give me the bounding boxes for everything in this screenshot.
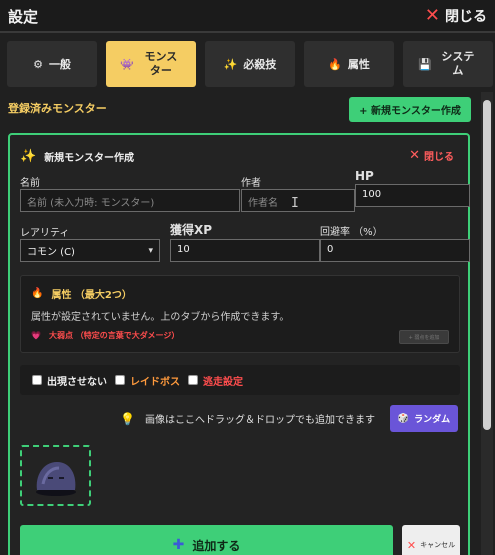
drop-hint-text: 画像はここへドラッグ＆ドロップでも追加できます — [144, 415, 375, 426]
add-button[interactable]: ✚ 追加する — [20, 525, 393, 555]
dice-icon: 🎲 — [397, 413, 410, 424]
tab-label: 一般 — [48, 58, 71, 71]
tab-attribute[interactable]: 🔥 属性 — [304, 41, 394, 87]
checkbox-box[interactable] — [188, 375, 198, 385]
tab-label: 属性 — [347, 58, 370, 71]
hp-input[interactable]: 100 — [355, 184, 470, 207]
checkbox-label: レイドボス — [130, 376, 180, 388]
gear-icon: ⚙ — [33, 57, 43, 71]
sparkle-icon: ✨ — [20, 149, 37, 164]
hidden-checkbox[interactable]: 出現させない — [32, 373, 107, 388]
raid-boss-checkbox[interactable]: レイドボス — [115, 373, 180, 388]
sparkle-icon: ✨ — [223, 57, 238, 71]
tab-general[interactable]: ⚙ 一般 — [7, 41, 97, 87]
panel-header: ✨ 新規モンスター作成 — [20, 149, 134, 164]
add-weakness-button[interactable]: + 弱点を追加 — [399, 330, 449, 344]
name-label: 名前 — [20, 178, 40, 189]
text-cursor: I — [291, 196, 299, 211]
panel-close-label: 閉じる — [424, 152, 454, 163]
checkbox-label: 出現させない — [47, 376, 107, 388]
add-button-label: 追加する — [192, 538, 241, 553]
close-icon: ✕ — [409, 148, 420, 163]
rarity-label: レアリティ — [20, 228, 70, 239]
monster-image-slot[interactable] — [20, 445, 91, 506]
weakness-label: 大弱点 （特定の言葉で大ダメージ） — [48, 331, 180, 340]
close-label: 閉じる — [445, 9, 487, 25]
monster-icon: 👾 — [120, 57, 134, 71]
attribute-title: 🔥 属性 （最大2つ） — [31, 286, 132, 301]
attribute-title-text: 属性 （最大2つ） — [51, 290, 132, 301]
slime-image — [35, 461, 76, 496]
xp-label: 獲得XP — [170, 223, 213, 237]
tab-system[interactable]: 💾 システム — [403, 41, 493, 87]
random-label: ランダム — [414, 415, 451, 425]
evasion-label: 回避率 （%） — [320, 227, 383, 238]
scrollbar[interactable] — [481, 92, 493, 555]
weakness-row: 💗 大弱点 （特定の言葉で大ダメージ） — [31, 330, 179, 341]
attribute-box: 🔥 属性 （最大2つ） 属性が設定されていません。上のタブから作成できます。 💗… — [20, 275, 460, 353]
heart-icon: 💗 — [31, 331, 41, 340]
fire-icon: 🔥 — [328, 57, 342, 71]
panel-title: 新規モンスター作成 — [44, 153, 134, 164]
checkbox-label: 逃走設定 — [203, 376, 243, 388]
cancel-label: キャンセル — [420, 541, 456, 549]
title-bar: 設定 ✕ 閉じる — [0, 0, 495, 33]
add-monster-button[interactable]: + 新規モンスター作成 — [349, 97, 471, 122]
cancel-button[interactable]: ✕ キャンセル — [402, 525, 460, 555]
drop-hint: 💡 画像はここへドラッグ＆ドロップでも追加できます — [120, 411, 375, 427]
author-label: 作者 — [241, 178, 261, 189]
rarity-select[interactable]: コモン (C) ▾ — [20, 239, 160, 262]
tab-bar: ⚙ 一般 👾 モンスター ✨ 必殺技 🔥 属性 💾 システム — [7, 41, 495, 87]
tab-label: 必殺技 — [243, 58, 277, 71]
lightbulb-icon: 💡 — [120, 411, 135, 426]
escape-checkbox[interactable]: 逃走設定 — [188, 373, 243, 388]
window-title: 設定 — [8, 8, 39, 26]
rarity-value: コモン (C) — [27, 247, 75, 258]
name-input[interactable]: 名前 (未入力時: モンスター) — [20, 189, 240, 212]
tab-monster[interactable]: 👾 モンスター — [106, 41, 196, 87]
attribute-description: 属性が設定されていません。上のタブから作成できます。 — [31, 312, 290, 323]
evasion-input[interactable]: 0 — [320, 239, 470, 262]
tab-special-move[interactable]: ✨ 必殺技 — [205, 41, 295, 87]
new-monster-panel: ✨ 新規モンスター作成 ✕ 閉じる 名前 名前 (未入力時: モンスター) 作者… — [8, 133, 470, 555]
close-icon: ✕ — [424, 5, 440, 26]
close-button[interactable]: ✕ 閉じる — [425, 5, 487, 27]
chevron-down-icon: ▾ — [148, 245, 153, 256]
floppy-icon: 💾 — [418, 57, 432, 71]
close-icon: ✕ — [406, 538, 417, 552]
section-title: 登録済みモンスター — [8, 102, 107, 115]
hp-label: HP — [355, 169, 374, 183]
options-row: 出現させない レイドボス 逃走設定 — [20, 365, 460, 395]
fire-icon: 🔥 — [31, 288, 44, 299]
plus-icon: ✚ — [172, 537, 185, 553]
panel-close-button[interactable]: ✕ 閉じる — [409, 148, 454, 163]
tab-label: モンスター — [144, 50, 178, 77]
tab-label: システム — [441, 50, 475, 77]
scroll-thumb[interactable] — [483, 100, 491, 430]
checkbox-box[interactable] — [115, 375, 125, 385]
random-button[interactable]: 🎲 ランダム — [390, 405, 458, 432]
xp-input[interactable]: 10 — [170, 239, 320, 262]
checkbox-box[interactable] — [32, 375, 42, 385]
